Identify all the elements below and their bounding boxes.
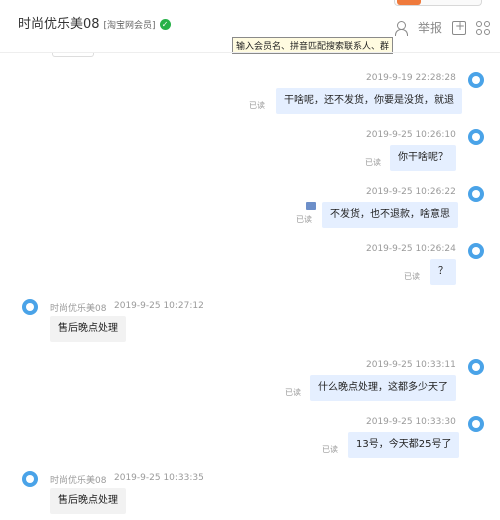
message-bubble[interactable]: 不发货，也不退款，啥意思: [322, 202, 458, 228]
message-bubble[interactable]: 你干啥呢？: [390, 145, 456, 171]
read-status: 已读: [322, 445, 338, 454]
scroll-stub: [52, 53, 94, 57]
message-bubble[interactable]: 售后晚点处理: [50, 316, 126, 342]
header-toolbar: 举报: [394, 19, 490, 36]
message-bubble[interactable]: ？: [430, 259, 456, 285]
message-time: 2019-9-25 10:33:35: [114, 473, 204, 483]
report-button[interactable]: 举报: [418, 19, 442, 36]
avatar[interactable]: [468, 186, 484, 202]
contact-info-icon[interactable]: [394, 20, 408, 36]
window-controls-clip: [394, 0, 482, 6]
read-status: 已读: [365, 158, 381, 167]
message-time: 2019-9-25 10:26:24: [366, 244, 456, 254]
contact-name: 时尚优乐美08: [18, 17, 100, 32]
message-bubble[interactable]: 13号，今天都25号了: [348, 432, 460, 458]
read-status: 已读: [404, 272, 420, 281]
avatar[interactable]: [468, 359, 484, 375]
avatar[interactable]: [468, 416, 484, 432]
avatar[interactable]: [22, 471, 38, 487]
sender-name: 时尚优乐美08: [50, 476, 107, 486]
chat-header: 时尚优乐美08[淘宝网会员]✓ 举报 输入会员名、拼音匹配搜索联系人、群: [0, 0, 500, 54]
attachment-icon: [306, 202, 316, 210]
avatar[interactable]: [468, 243, 484, 259]
contact-title: 时尚优乐美08 [淘宝网会员] ✓: [18, 13, 171, 32]
message-time: 2019-9-19 22:28:28: [366, 73, 456, 83]
sender-name: 时尚优乐美08: [50, 304, 107, 314]
add-icon[interactable]: [452, 19, 466, 35]
avatar[interactable]: [22, 299, 38, 315]
message-time: 2019-9-25 10:33:11: [366, 360, 456, 370]
member-tag: [淘宝网会员]: [103, 21, 156, 31]
read-status: 已读: [249, 101, 265, 110]
avatar[interactable]: [468, 72, 484, 88]
message-time: 2019-9-25 10:26:10: [366, 130, 456, 140]
read-status: 已读: [285, 388, 301, 397]
message-bubble[interactable]: 什么晚点处理，这都多少天了: [310, 375, 456, 401]
more-apps-icon[interactable]: [476, 20, 490, 35]
message-bubble[interactable]: 售后晚点处理: [50, 488, 126, 514]
read-status: 已读: [296, 215, 312, 224]
message-time: 2019-9-25 10:27:12: [114, 301, 204, 311]
message-time: 2019-9-25 10:33:30: [366, 417, 456, 427]
avatar[interactable]: [468, 129, 484, 145]
message-time: 2019-9-25 10:26:22: [366, 187, 456, 197]
verified-icon: ✓: [159, 19, 171, 30]
message-bubble[interactable]: 干啥呢，还不发货，你要是没货，就退: [276, 88, 462, 114]
